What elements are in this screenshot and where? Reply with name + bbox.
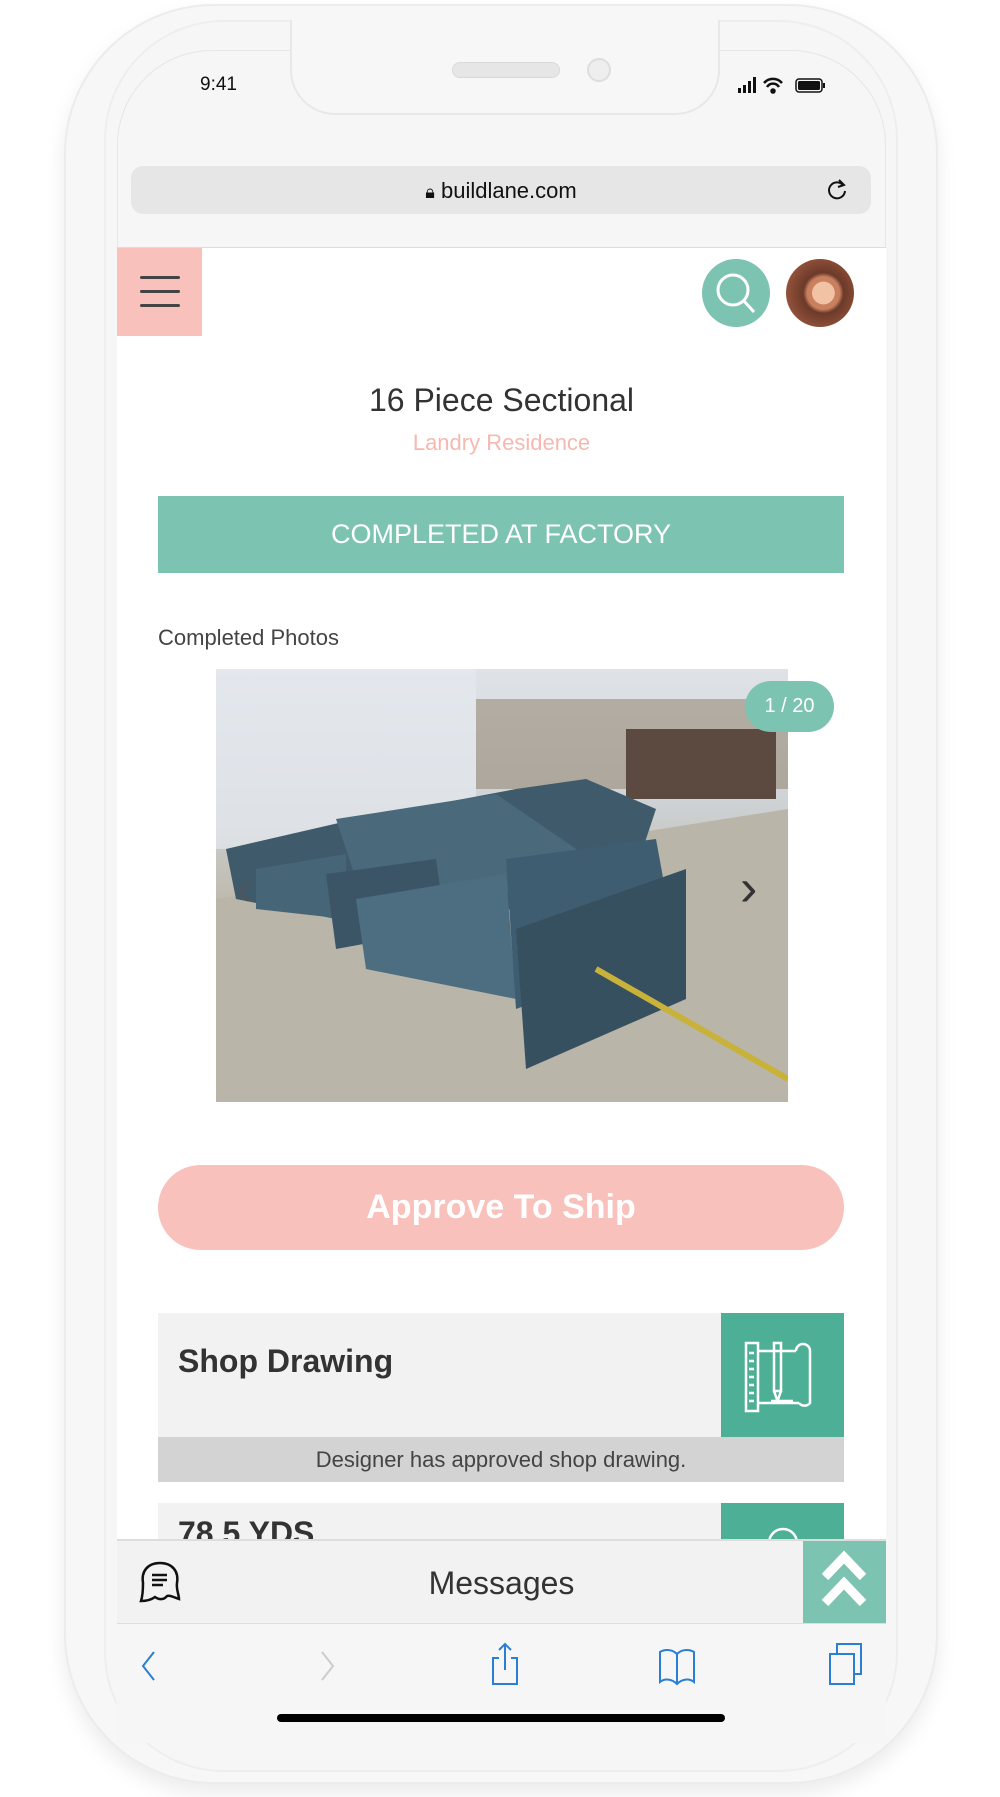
address-bar[interactable]: 🔒︎ buildlane.com [131,166,871,214]
messages-label: Messages [428,1565,575,1601]
forward-icon[interactable] [317,1649,337,1683]
card-icon-box [721,1313,844,1437]
wifi-icon [763,77,783,94]
messages-bar[interactable]: Messages [117,1539,886,1625]
avatar[interactable] [786,259,854,327]
speaker [452,62,560,78]
url: buildlane.com [440,178,577,203]
approve-to-ship-button[interactable]: Approve To Ship [158,1165,844,1250]
sofa-photo [216,669,788,1102]
status-banner: COMPLETED AT FACTORY [158,496,844,573]
blueprint-icon [744,1341,812,1413]
battery-icon [795,78,825,93]
shop-drawing-card[interactable]: Shop Drawing Designer has approved shop … [158,1313,844,1482]
search-icon [716,273,756,314]
back-icon[interactable] [139,1649,159,1683]
status-icons [738,77,825,94]
bookmarks-icon[interactable] [657,1646,697,1686]
expand-messages-button[interactable] [803,1541,886,1625]
camera [587,58,611,82]
chevron-right-icon[interactable]: › [740,858,757,918]
home-indicator[interactable] [277,1714,725,1722]
menu-button[interactable] [117,248,202,336]
project-name[interactable]: Landry Residence [117,430,886,456]
url-text: 🔒︎ buildlane.com [131,178,871,204]
gallery-label: Completed Photos [158,625,339,650]
lock-icon: 🔒︎ [425,182,435,202]
photo-counter: 1 / 20 [745,681,834,732]
browser-toolbar [117,1623,886,1743]
double-chevron-up-icon [821,1550,867,1607]
reload-icon[interactable] [825,178,849,202]
card-status: Designer has approved shop drawing. [158,1437,844,1482]
chevron-left-icon[interactable]: ‹ [236,858,253,918]
gallery-photo[interactable] [216,669,788,1102]
share-icon[interactable] [489,1642,521,1686]
card-icon-box [721,1503,844,1543]
status-time: 9:41 [200,74,237,95]
search-button[interactable] [702,259,770,327]
card-title: Shop Drawing [178,1343,394,1379]
fabric-card[interactable]: 78.5 YDS [158,1503,844,1543]
tabs-icon[interactable] [827,1642,867,1686]
page-title: 16 Piece Sectional [368,382,635,418]
signal-icon [738,77,756,93]
search-icon [767,1527,799,1543]
